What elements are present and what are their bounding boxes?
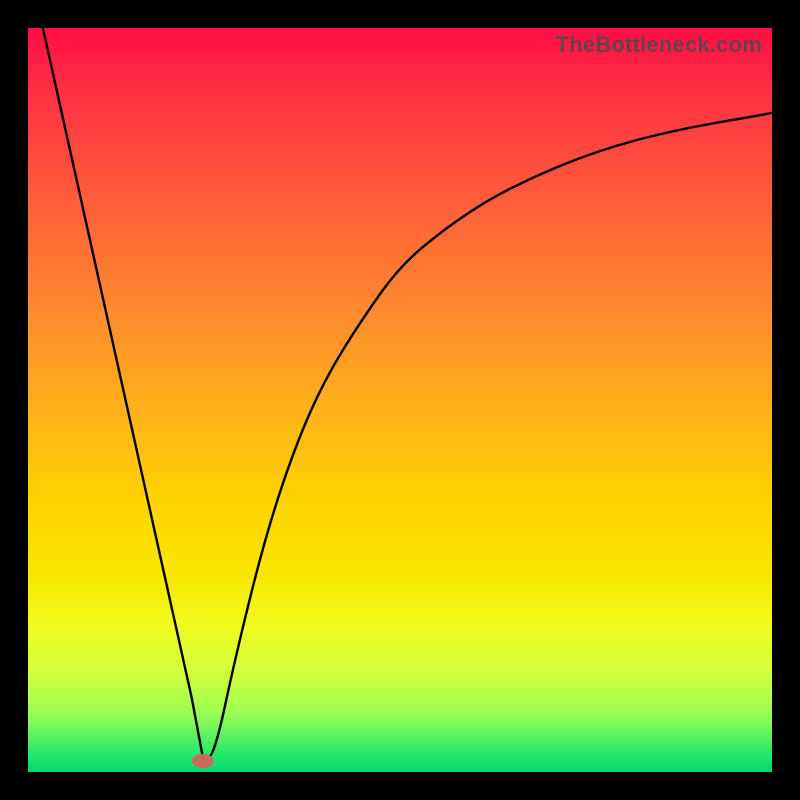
- chart-plot-area: TheBottleneck.com: [28, 28, 772, 772]
- optimum-marker: [192, 754, 214, 768]
- bottleneck-curve: [28, 28, 772, 772]
- chart-frame: TheBottleneck.com: [0, 0, 800, 800]
